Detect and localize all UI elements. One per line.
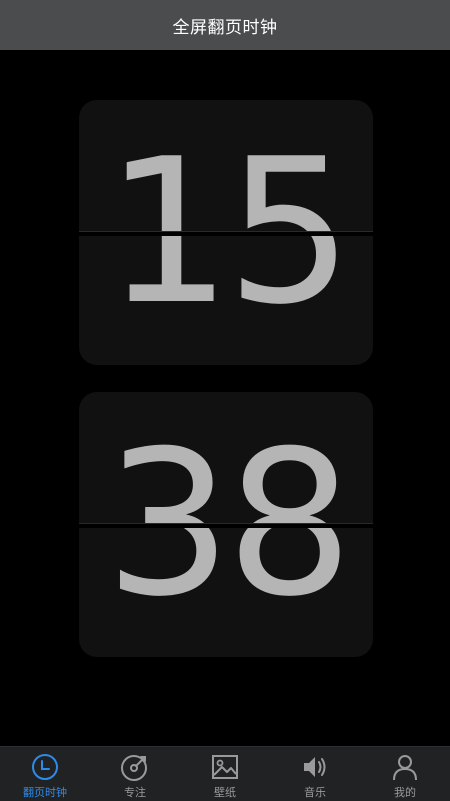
clock-icon: [32, 754, 58, 780]
tab-wallpaper[interactable]: 壁纸: [180, 747, 270, 801]
tab-focus[interactable]: 专注: [90, 747, 180, 801]
tab-label: 壁纸: [214, 786, 236, 799]
tab-label: 我的: [394, 786, 416, 799]
page-title: 全屏翻页时钟: [172, 17, 278, 38]
focus-icon: [121, 755, 147, 781]
tab-flip-clock[interactable]: 翻页时钟: [0, 747, 90, 801]
tab-label: 翻页时钟: [23, 786, 67, 799]
tab-mine[interactable]: 我的: [360, 747, 450, 801]
speaker-icon: [304, 757, 326, 777]
tab-label: 专注: [124, 786, 146, 799]
bottom-tab-bar: 翻页时钟 专注 壁纸 音乐 我的: [0, 746, 450, 801]
user-icon: [393, 755, 417, 781]
minutes-card-hinge: [79, 523, 373, 528]
hours-flip-card: 15: [79, 100, 373, 365]
title-bar: 全屏翻页时钟: [0, 0, 450, 50]
hours-card-hinge: [79, 231, 373, 236]
tab-label: 音乐: [304, 786, 326, 799]
image-icon: [212, 755, 238, 779]
tab-music[interactable]: 音乐: [270, 747, 360, 801]
minutes-flip-card: 38: [79, 392, 373, 657]
